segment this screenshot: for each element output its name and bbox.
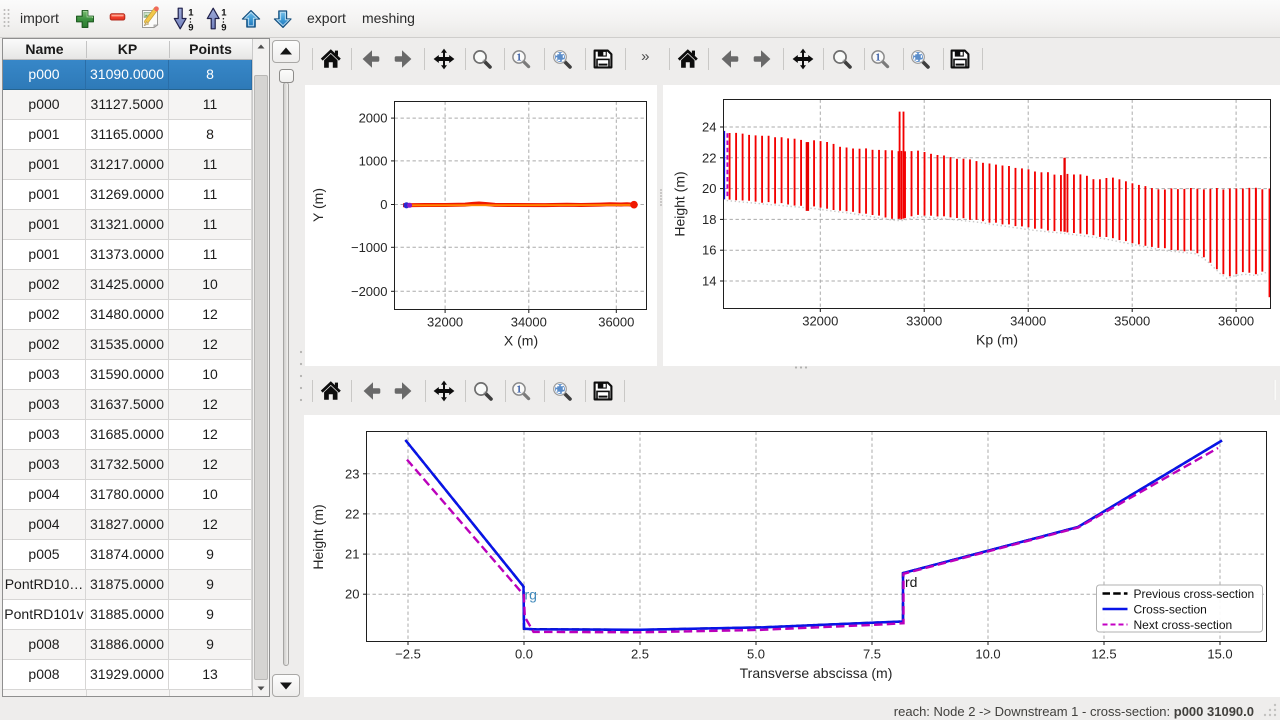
svg-text:21: 21 <box>345 547 359 562</box>
svg-text:Next cross-section: Next cross-section <box>1134 618 1233 632</box>
svg-text:1: 1 <box>188 8 194 19</box>
svg-text:−2.5: −2.5 <box>395 647 421 662</box>
svg-text:34000: 34000 <box>1010 314 1046 329</box>
svg-text:36000: 36000 <box>598 315 634 330</box>
svg-text:10.0: 10.0 <box>975 647 1000 662</box>
svg-text:X (m): X (m) <box>504 333 538 349</box>
svg-text:24: 24 <box>702 120 716 135</box>
svg-text:12.5: 12.5 <box>1091 647 1116 662</box>
svg-text:20: 20 <box>345 587 359 602</box>
svg-text:−1000: −1000 <box>351 240 388 255</box>
svg-text:35000: 35000 <box>1114 314 1150 329</box>
svg-text:Height (m): Height (m) <box>672 171 688 236</box>
svg-text:34000: 34000 <box>511 315 547 330</box>
svg-text:15.0: 15.0 <box>1207 647 1232 662</box>
svg-text:rg: rg <box>525 587 537 603</box>
svg-text:Kp (m): Kp (m) <box>976 332 1018 348</box>
svg-text:Height (m): Height (m) <box>310 504 326 569</box>
svg-text:33000: 33000 <box>906 314 942 329</box>
svg-text:9: 9 <box>188 23 193 34</box>
svg-text:1: 1 <box>516 384 521 395</box>
svg-text:Y (m): Y (m) <box>310 188 326 222</box>
svg-text:23: 23 <box>345 466 359 481</box>
svg-text:−2000: −2000 <box>351 284 388 299</box>
svg-text:Transverse abscissa (m): Transverse abscissa (m) <box>740 665 893 681</box>
svg-text:7.5: 7.5 <box>863 647 881 662</box>
svg-text:14: 14 <box>702 274 716 289</box>
svg-text:rd: rd <box>905 574 917 590</box>
svg-text:9: 9 <box>221 23 226 34</box>
svg-text:0.0: 0.0 <box>515 647 533 662</box>
svg-text:2.5: 2.5 <box>631 647 649 662</box>
svg-text:16: 16 <box>702 243 716 258</box>
svg-text:32000: 32000 <box>427 315 463 330</box>
svg-text:20: 20 <box>702 181 716 196</box>
svg-text:18: 18 <box>702 212 716 227</box>
svg-text:2000: 2000 <box>359 111 388 126</box>
svg-text:0: 0 <box>380 197 387 212</box>
svg-text:5.0: 5.0 <box>747 647 765 662</box>
svg-text:22: 22 <box>702 150 716 165</box>
svg-text:32000: 32000 <box>802 314 838 329</box>
svg-text:Cross-section: Cross-section <box>1134 602 1207 616</box>
svg-text:36000: 36000 <box>1218 314 1254 329</box>
svg-text:1: 1 <box>516 52 521 63</box>
svg-text:22: 22 <box>345 506 359 521</box>
svg-text:1: 1 <box>221 8 227 19</box>
svg-text:1: 1 <box>876 52 881 63</box>
svg-text:Previous cross-section: Previous cross-section <box>1134 587 1255 601</box>
svg-text:1000: 1000 <box>359 153 388 168</box>
